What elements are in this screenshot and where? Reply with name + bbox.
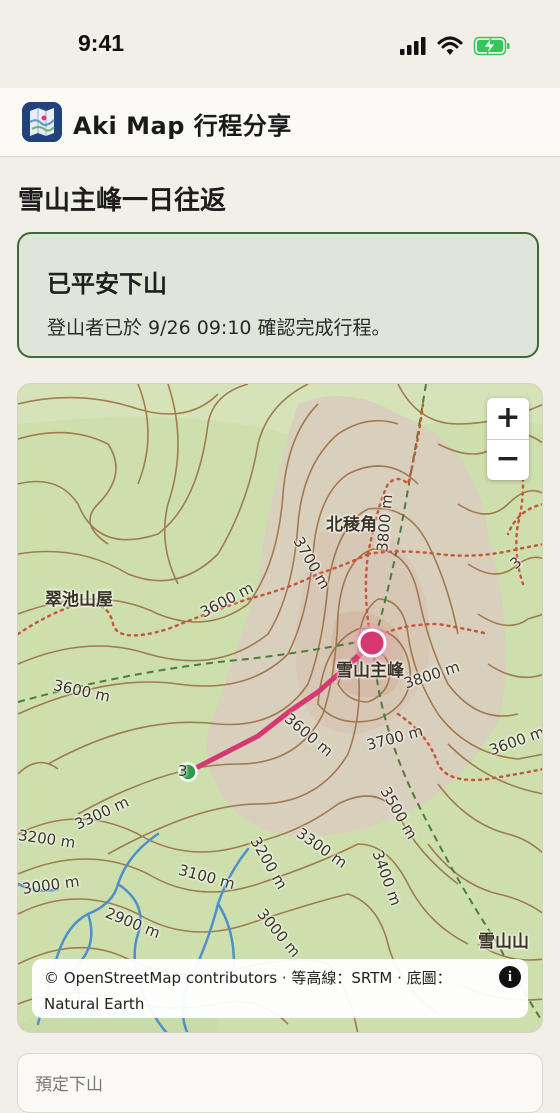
summit-marker: [357, 628, 387, 658]
attribution-text: © OpenStreetMap contributors · 等高線：SRTM …: [44, 969, 452, 1013]
app-title: Aki Map 行程分享: [73, 112, 292, 140]
status-time: 9:41: [78, 30, 125, 56]
status-description: 登山者已於 9/26 09:10 確認完成行程。: [47, 317, 391, 339]
status-card: 已平安下山 登山者已於 9/26 09:10 確認完成行程。: [17, 232, 539, 358]
zoom-controls: + −: [487, 398, 529, 480]
app-logo-icon: [22, 102, 62, 142]
place-label-cuichi: 翠池山屋: [45, 590, 113, 610]
map-attribution: © OpenStreetMap contributors · 等高線：SRTM …: [32, 959, 528, 1018]
wifi-icon: [437, 36, 463, 55]
zoom-out-button[interactable]: −: [487, 439, 529, 480]
contour-label: 3: [178, 762, 188, 780]
map-view[interactable]: 北稜角 翠池山屋 雪山主峰 雪山山 3600 m 3600 m 3600 m 3…: [17, 383, 543, 1033]
trip-title: 雪山主峰一日往返: [18, 186, 227, 216]
zoom-in-button[interactable]: +: [487, 398, 529, 440]
app-header: Aki Map 行程分享: [0, 88, 560, 157]
status-bar: 9:41: [0, 0, 560, 88]
place-label-xueshan-main: 雪山主峰: [336, 661, 404, 681]
planned-descent-card: 預定下山: [17, 1053, 543, 1113]
place-label-beiling: 北稜角: [326, 515, 377, 535]
battery-charging-icon: [473, 36, 510, 56]
place-label-xueshan-edge: 雪山山: [478, 932, 529, 952]
planned-descent-label: 預定下山: [35, 1075, 103, 1095]
status-icons: [400, 36, 510, 56]
signal-icon: [400, 37, 426, 55]
info-icon[interactable]: i: [499, 966, 521, 988]
status-heading: 已平安下山: [47, 270, 167, 298]
